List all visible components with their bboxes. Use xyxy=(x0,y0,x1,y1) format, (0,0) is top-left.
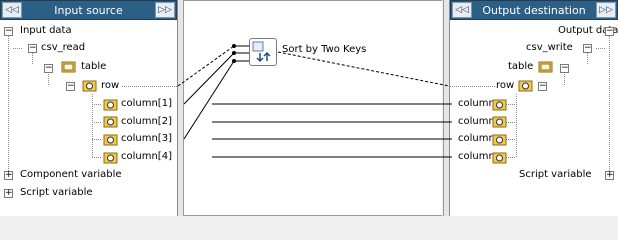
port-dot[interactable] xyxy=(232,59,236,63)
sort-node-label: Sort by Two Keys xyxy=(282,44,367,55)
sort-component-node[interactable] xyxy=(249,38,277,66)
mapping-wires xyxy=(177,44,452,158)
sort-icon xyxy=(252,41,274,66)
port-dot[interactable] xyxy=(232,44,236,48)
sort-to-row-line[interactable] xyxy=(277,51,450,87)
column1-to-sort-line[interactable] xyxy=(183,52,235,105)
row-to-sort-line[interactable] xyxy=(177,45,235,87)
column3-to-sort-line[interactable] xyxy=(183,60,235,140)
port-dot[interactable] xyxy=(232,51,236,55)
